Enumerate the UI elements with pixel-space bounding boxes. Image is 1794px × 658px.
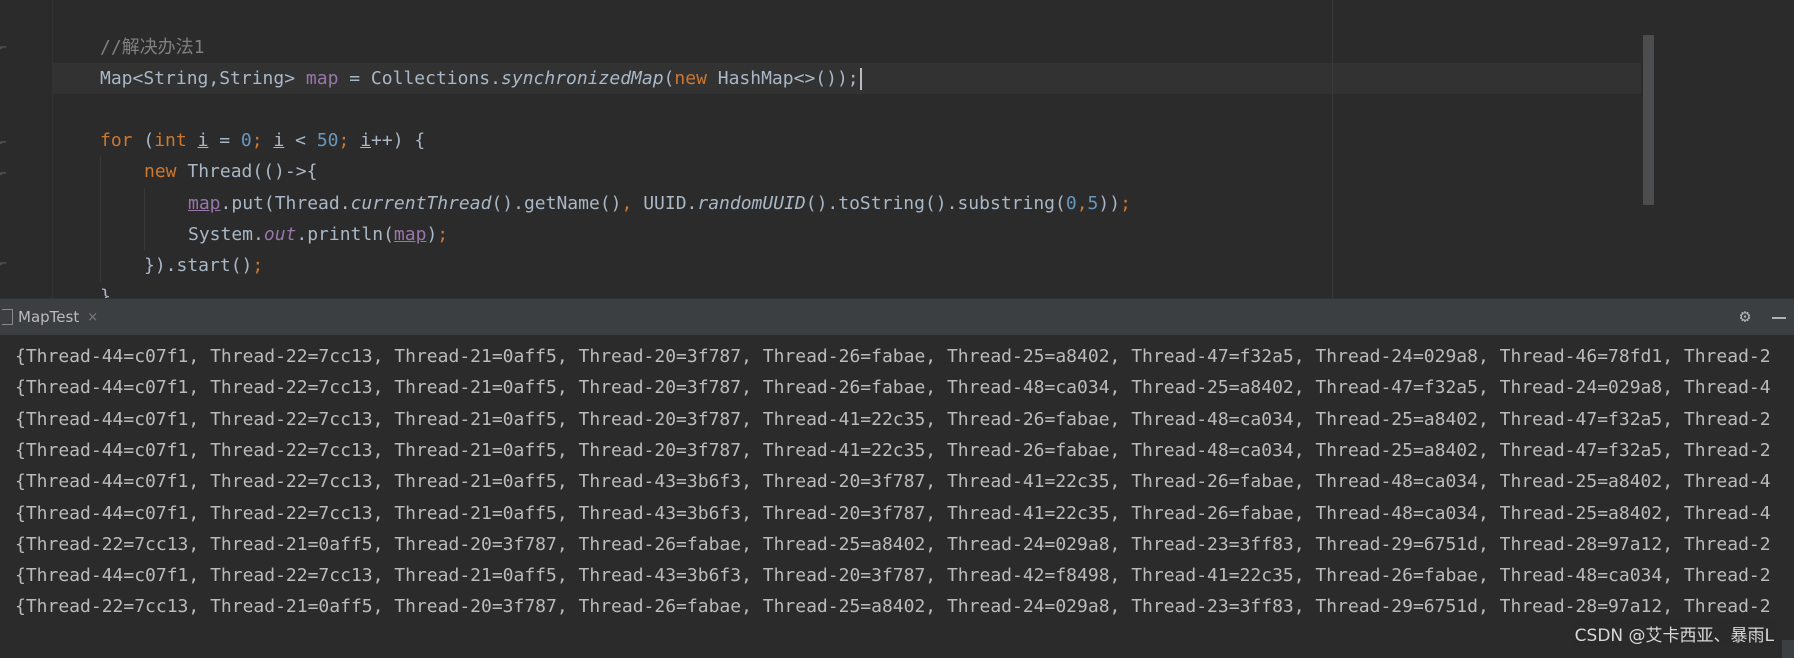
- code-token: for: [100, 130, 144, 151]
- code-token: ().toString().substring(: [805, 193, 1066, 214]
- console-line: {Thread-44=c07f1, Thread-22=7cc13, Threa…: [15, 408, 1771, 430]
- watermark: CSDN @艾卡西亚、暴雨L: [1572, 621, 1776, 646]
- code-line-new-thread[interactable]: new Thread(()->{: [144, 156, 317, 187]
- console-scrollbar[interactable]: [1782, 640, 1794, 658]
- console-line: {Thread-44=c07f1, Thread-22=7cc13, Threa…: [15, 471, 1771, 493]
- ide-window: ⌐ ⌐ ⌐ ⌐ //解决办法1 Map<String,String> map = …: [0, 0, 1794, 658]
- code-token: Thread(()->{: [187, 161, 318, 182]
- code-token: currentThread: [350, 193, 492, 214]
- fold-marker-icon[interactable]: ⌐: [0, 42, 10, 54]
- code-token: (: [663, 68, 675, 89]
- indent-guide: [144, 188, 145, 250]
- code-token: 50: [316, 130, 339, 151]
- code-token: ,: [621, 193, 644, 214]
- console-line: {Thread-44=c07f1, Thread-22=7cc13, Threa…: [15, 346, 1771, 367]
- code-token: =: [208, 130, 241, 151]
- run-panel-header: MapTest × ⚙: [0, 298, 1794, 336]
- code-token: }).start(): [144, 255, 253, 276]
- code-line-map-put[interactable]: map.put(Thread.currentThread().getName()…: [188, 188, 1131, 219]
- code-token: //解决办法1: [100, 37, 205, 58]
- code-token: (: [143, 130, 155, 151]
- code-token: ,: [1076, 193, 1088, 214]
- close-icon[interactable]: ×: [87, 310, 98, 325]
- console-line: {Thread-22=7cc13, Thread-21=0aff5, Threa…: [15, 596, 1771, 618]
- tab-maptest[interactable]: MapTest ×: [0, 299, 108, 335]
- code-token: System.: [188, 224, 264, 245]
- code-line-println[interactable]: System.out.println(map);: [188, 219, 448, 250]
- editor-scrollbar[interactable]: [1643, 35, 1654, 205]
- code-token: }: [100, 286, 111, 298]
- code-token: UUID.: [643, 193, 698, 214]
- minimize-icon[interactable]: [1769, 307, 1789, 327]
- code-token: randomUUID: [697, 193, 806, 214]
- code-token: map: [188, 193, 221, 214]
- console-line: {Thread-44=c07f1, Thread-22=7cc13, Threa…: [15, 502, 1771, 524]
- code-token: .println(: [296, 224, 394, 245]
- code-token: map: [393, 224, 427, 245]
- code-token: 0: [1065, 193, 1077, 214]
- code-line-for-loop[interactable]: for (int i = 0; i < 50; i++) {: [100, 125, 425, 156]
- console-line: {Thread-44=c07f1, Thread-22=7cc13, Threa…: [15, 565, 1771, 587]
- code-token: new: [674, 68, 718, 89]
- console-line: {Thread-44=c07f1, Thread-22=7cc13, Threa…: [15, 439, 1771, 461]
- code-token: out: [263, 224, 297, 245]
- code-token: synchronizedMap: [500, 68, 664, 89]
- code-token: HashMap<>());: [717, 68, 859, 89]
- fold-marker-icon[interactable]: ⌐: [0, 137, 10, 149]
- code-token: new: [144, 161, 188, 182]
- text-caret: [859, 68, 862, 90]
- code-token: ;: [338, 130, 361, 151]
- code-line-map-decl[interactable]: Map<String,String> map = Collections.syn…: [100, 63, 862, 94]
- console-output[interactable]: {Thread-44=c07f1, Thread-22=7cc13, Threa…: [0, 335, 1794, 658]
- console-line: {Thread-22=7cc13, Thread-21=0aff5, Threa…: [15, 533, 1771, 555]
- editor-gutter: ⌐ ⌐ ⌐ ⌐: [0, 0, 53, 298]
- gear-icon[interactable]: ⚙: [1735, 307, 1755, 327]
- code-token: 0: [240, 130, 252, 151]
- code-token: 5: [1087, 193, 1099, 214]
- code-token: ;: [1120, 193, 1131, 214]
- code-token: map: [305, 68, 339, 89]
- code-token: ;: [251, 130, 274, 151]
- code-token: Map<String,String>: [100, 68, 306, 89]
- tab-label: MapTest: [18, 308, 80, 326]
- code-editor[interactable]: ⌐ ⌐ ⌐ ⌐ //解决办法1 Map<String,String> map = …: [0, 0, 1794, 298]
- code-token: i: [273, 130, 285, 151]
- console-line: {Thread-44=c07f1, Thread-22=7cc13, Threa…: [15, 377, 1771, 399]
- code-token: i: [197, 130, 209, 151]
- code-token: .put(Thread.: [220, 193, 351, 214]
- code-line-loop-close[interactable]: }: [100, 281, 111, 298]
- code-token: = Collections.: [338, 68, 501, 89]
- fold-marker-icon[interactable]: ⌐: [0, 168, 10, 180]
- code-token: ().getName(): [491, 193, 622, 214]
- run-config-icon: [2, 309, 13, 325]
- code-token: <: [284, 130, 317, 151]
- code-token: ++) {: [371, 130, 426, 151]
- right-margin-guide: [1332, 0, 1333, 298]
- code-token: ;: [437, 224, 449, 245]
- fold-marker-icon[interactable]: ⌐: [0, 258, 10, 270]
- code-line-thread-start[interactable]: }).start();: [144, 250, 263, 281]
- code-token: ): [426, 224, 438, 245]
- indent-guide: [100, 156, 101, 282]
- code-token: )): [1098, 193, 1121, 214]
- code-token: ;: [252, 255, 264, 276]
- code-token: int: [154, 130, 198, 151]
- code-line-comment[interactable]: //解决办法1: [100, 32, 205, 63]
- code-token: i: [360, 130, 372, 151]
